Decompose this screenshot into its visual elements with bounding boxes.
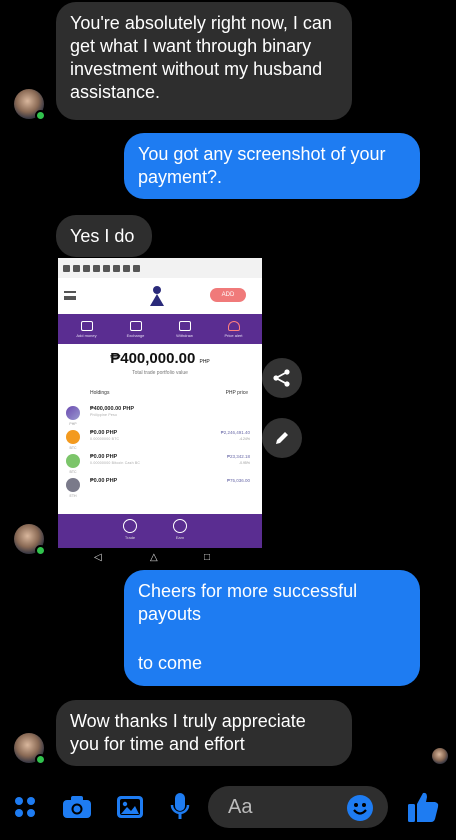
online-status-dot: [35, 545, 46, 556]
message-text: You're absolutely right now, I can get w…: [70, 13, 332, 102]
bitcoin-cash-icon: [66, 454, 80, 474]
message-text: You got any screenshot of your payment?.: [138, 144, 386, 187]
emoji-icon[interactable]: [346, 794, 374, 822]
online-status-dot: [35, 110, 46, 121]
contact-avatar[interactable]: [14, 733, 46, 765]
camera-icon[interactable]: [62, 795, 92, 819]
exchange-icon: Exchange: [116, 320, 156, 338]
outgoing-message[interactable]: Cheers for more successful payouts to co…: [124, 570, 420, 686]
message-composer: Aa: [0, 770, 456, 840]
quick-actions-bar: Add money Exchange Withdraw Price alert: [58, 314, 262, 344]
input-placeholder: Aa: [228, 796, 253, 818]
recents-icon: □: [204, 552, 211, 563]
incoming-message[interactable]: Yes I do: [56, 215, 152, 257]
share-button[interactable]: [262, 358, 302, 398]
incoming-message[interactable]: Wow thanks I truly appreciate you for ti…: [56, 700, 352, 766]
balance-amount: ₱400,000.00 PHP: [110, 350, 210, 367]
price-header: PHP price: [225, 390, 248, 396]
pencil-icon: [276, 432, 288, 444]
bitcoin-icon: [66, 430, 80, 450]
thumbs-up-icon[interactable]: [406, 790, 440, 824]
gallery-icon[interactable]: [116, 795, 144, 819]
holdings-header: Holdings: [90, 390, 110, 396]
incoming-message[interactable]: You're absolutely right now, I can get w…: [56, 2, 352, 120]
contact-avatar[interactable]: [14, 524, 46, 556]
app-header: ADD: [58, 278, 262, 314]
message-text: to come: [138, 653, 203, 673]
withdraw-icon: Withdraw: [165, 320, 205, 338]
edit-button[interactable]: [262, 418, 302, 458]
message-text: Yes I do: [70, 226, 135, 246]
back-icon: ◁: [94, 552, 102, 563]
holding-row: ₱0.00 PHP 0.00000000 BTC ₱2,246,491.40 -…: [66, 428, 256, 452]
online-status-dot: [35, 754, 46, 765]
menu-icon: [64, 291, 76, 300]
phone-status-bar: [58, 258, 262, 278]
php-coin-icon: [66, 406, 80, 426]
portfolio-panel: ₱400,000.00 PHP Total trade portfolio va…: [58, 344, 262, 514]
shared-screenshot-image[interactable]: ADD Add money Exchange Withdraw Price al…: [58, 258, 262, 568]
trade-tab: Trade: [116, 519, 144, 540]
add-money-icon: Add money: [67, 320, 107, 338]
home-icon: △: [150, 552, 158, 563]
message-text: Wow thanks I truly appreciate you for ti…: [70, 711, 306, 754]
add-button: ADD: [210, 288, 246, 302]
message-text: Cheers for more successful payouts: [138, 581, 358, 624]
microphone-icon[interactable]: [170, 792, 190, 822]
holding-row: ₱0.00 PHP ₱75,036.00: [66, 476, 256, 500]
ethereum-icon: [66, 478, 80, 498]
app-bottom-bar: Trade Earn: [58, 514, 262, 548]
more-apps-icon[interactable]: [14, 796, 36, 818]
earn-tab: Earn: [166, 519, 194, 540]
share-icon: [273, 369, 290, 387]
seen-avatar: [432, 748, 448, 764]
contact-avatar[interactable]: [14, 89, 46, 121]
phone-nav-bar: ◁ △ □: [58, 548, 262, 568]
app-logo-icon: [150, 286, 164, 306]
holding-row: ₱0.00 PHP 0.00000000 Bitcoin Cash BC ₱23…: [66, 452, 256, 476]
holding-row: ₱400,000.00 PHP Philippine Peso: [66, 404, 256, 428]
price-alert-icon: Price alert: [214, 320, 254, 338]
outgoing-message[interactable]: You got any screenshot of your payment?.: [124, 133, 420, 199]
balance-subtitle: Total trade portfolio value: [132, 370, 188, 376]
